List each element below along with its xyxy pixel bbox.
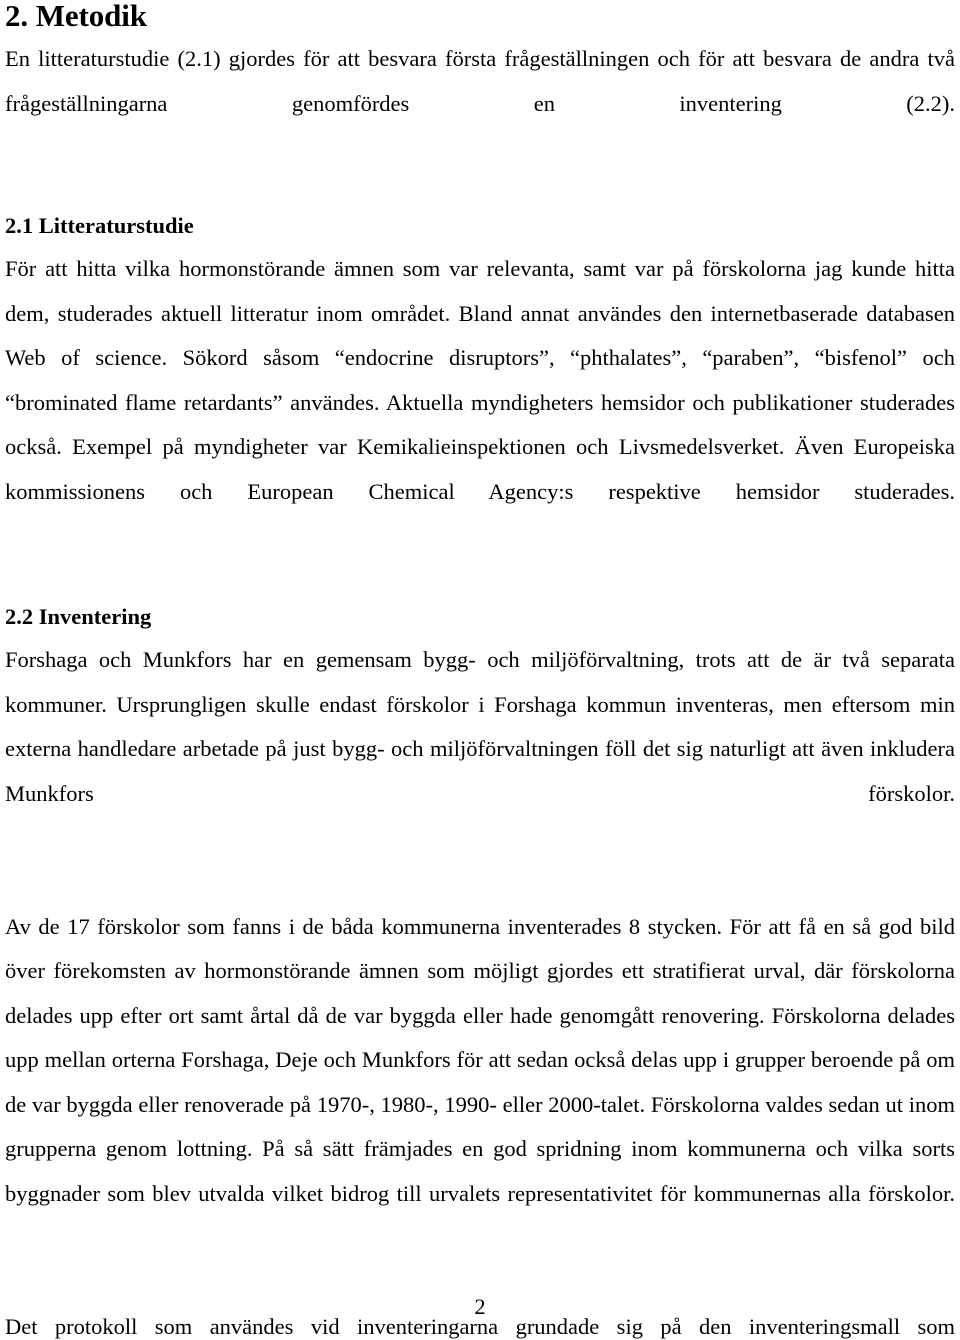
heading-litteraturstudie: 2.1 Litteraturstudie xyxy=(5,212,194,238)
page-title: 2. Metodik xyxy=(5,0,147,33)
litteraturstudie-paragraph: För att hitta vilka hormonstörande ämnen… xyxy=(5,256,955,504)
page-content: 2. Metodik En litteraturstudie (2.1) gjo… xyxy=(5,0,955,1340)
inventering-paragraph-2: Av de 17 förskolor som fanns i de båda k… xyxy=(5,913,955,1206)
inventering-paragraph-1: Forshaga och Munkfors har en gemensam by… xyxy=(5,647,955,806)
metodik-intro-paragraph: En litteraturstudie (2.1) gjordes för at… xyxy=(5,46,955,116)
page-number: 2 xyxy=(474,1294,486,1319)
document-page: 2. Metodik En litteraturstudie (2.1) gjo… xyxy=(0,0,960,1340)
heading-inventering: 2.2 Inventering xyxy=(5,603,152,629)
